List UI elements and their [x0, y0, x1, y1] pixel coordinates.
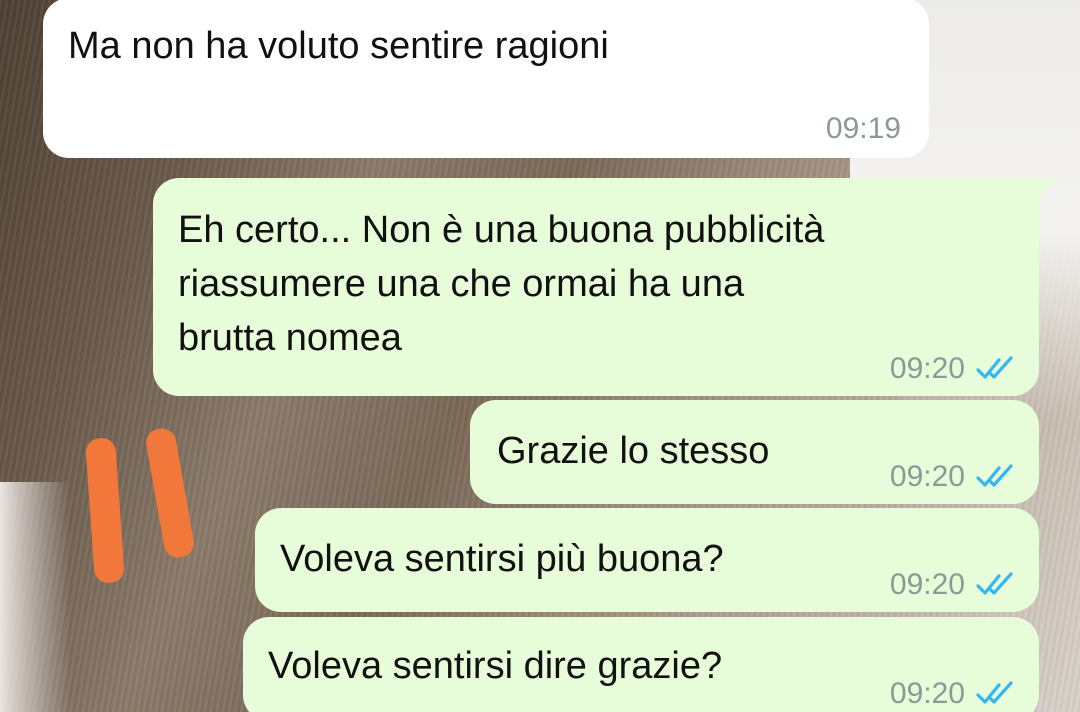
message-text: Ma non ha voluto sentire ragioni — [68, 25, 609, 67]
outgoing-message-bubble[interactable]: Grazie lo stesso 09:20 — [470, 400, 1039, 504]
message-timestamp: 09:20 — [889, 352, 965, 385]
message-meta: 09:20 — [890, 342, 1017, 396]
chat-screen: Ma non ha voluto sentire ragioni 09:19 E… — [0, 0, 1080, 712]
bubble-tail — [1033, 178, 1059, 204]
wallpaper-edge — [0, 482, 70, 712]
message-timestamp: 09:20 — [889, 677, 965, 710]
outgoing-message-bubble[interactable]: Voleva sentirsi più buona? 09:20 — [255, 508, 1039, 612]
message-timestamp: 09:19 — [825, 112, 901, 145]
message-meta: 09:20 — [890, 667, 1017, 712]
double-check-read-icon — [975, 356, 1017, 382]
annotation-mark — [143, 426, 197, 560]
message-text: Voleva sentirsi dire grazie? — [268, 645, 723, 687]
outgoing-message-bubble[interactable]: Voleva sentirsi dire grazie? 09:20 — [243, 617, 1039, 712]
double-check-read-icon — [975, 464, 1017, 490]
message-text: Grazie lo stesso — [497, 430, 770, 472]
double-check-read-icon — [975, 681, 1017, 707]
message-timestamp: 09:20 — [889, 568, 965, 601]
message-meta: 09:19 — [826, 102, 901, 156]
message-meta: 09:20 — [890, 450, 1017, 504]
message-text: Voleva sentirsi più buona? — [280, 538, 724, 580]
annotation-mark — [84, 437, 126, 584]
double-check-read-icon — [975, 572, 1017, 598]
outgoing-message-bubble[interactable]: Eh certo... Non è una buona pubblicità r… — [153, 178, 1059, 396]
message-meta: 09:20 — [890, 558, 1017, 612]
incoming-message-bubble[interactable]: Ma non ha voluto sentire ragioni 09:19 — [43, 0, 929, 158]
message-timestamp: 09:20 — [889, 460, 965, 493]
message-text: Eh certo... Non è una buona pubblicità r… — [178, 209, 825, 359]
